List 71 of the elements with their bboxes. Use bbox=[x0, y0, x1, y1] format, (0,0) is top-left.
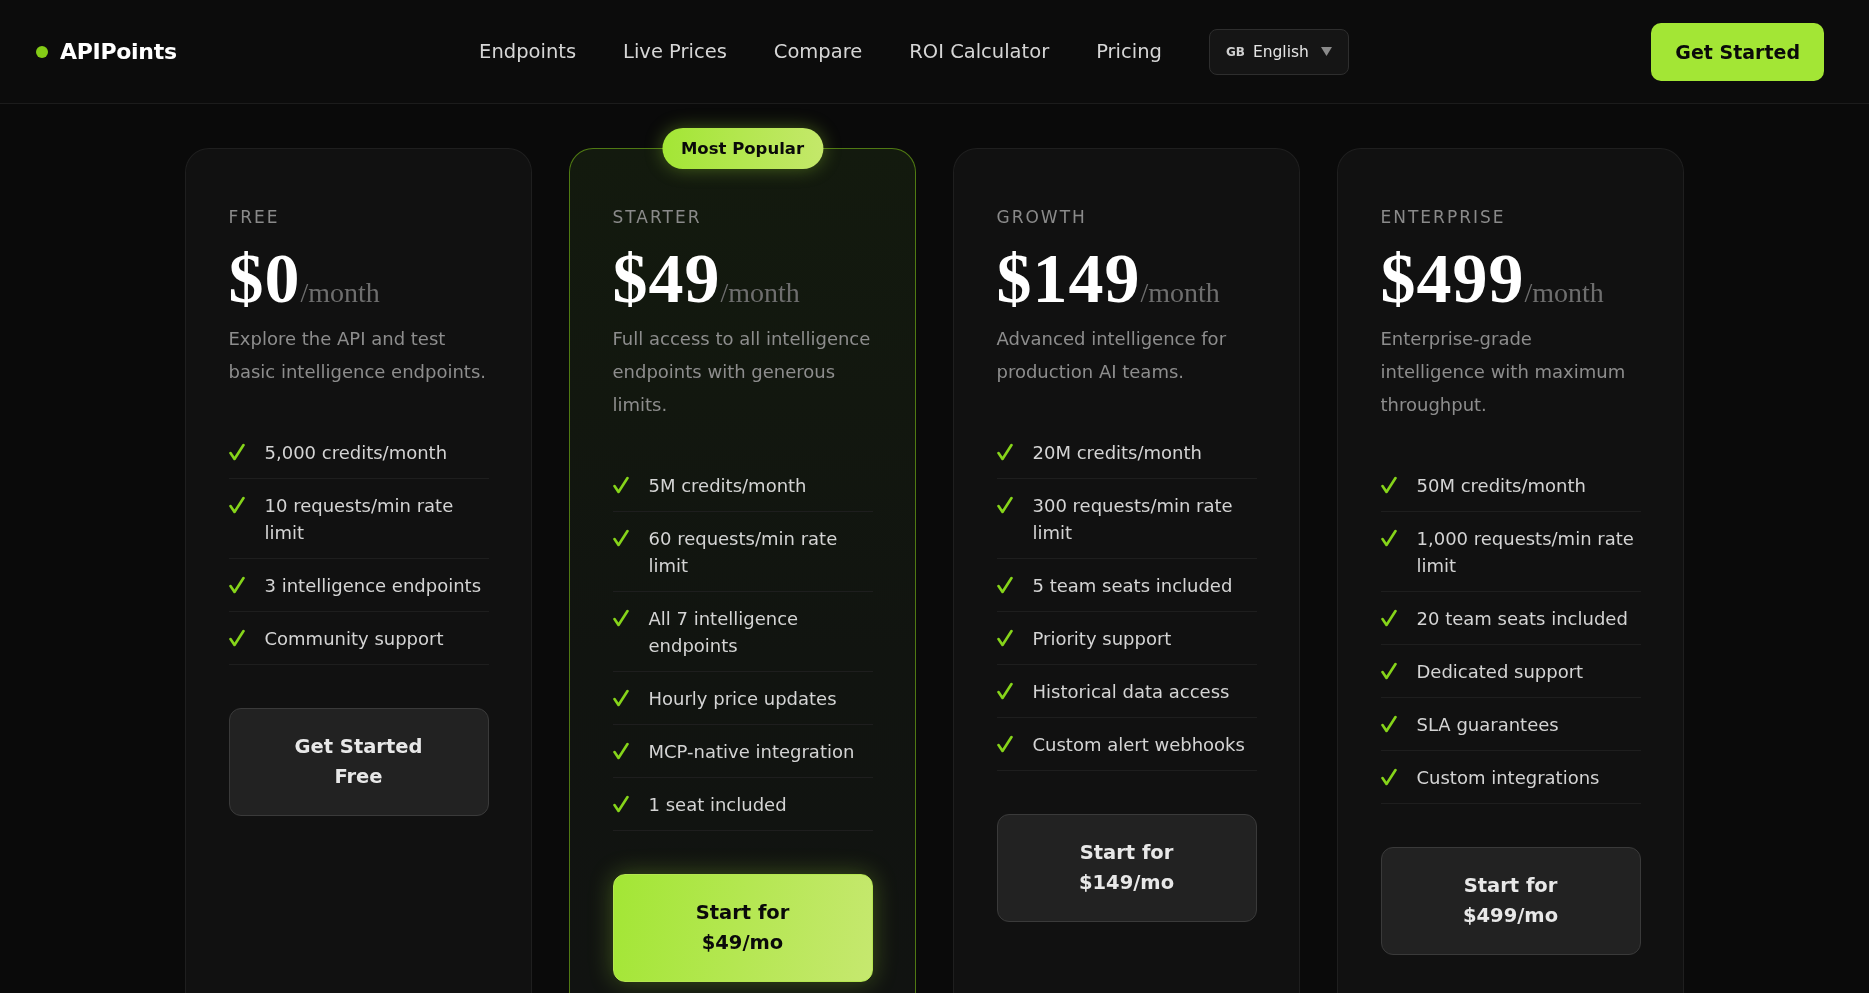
plan-price: $149/month bbox=[996, 244, 1221, 314]
check-icon bbox=[1380, 475, 1397, 494]
check-icon bbox=[996, 734, 1013, 753]
plan-description: Full access to all intelligence endpoints with generous limits. bbox=[612, 327, 872, 417]
feature-text: 5 team seats included bbox=[1032, 573, 1233, 598]
nav-link[interactable]: ROI Calculator bbox=[909, 38, 1050, 65]
check-icon bbox=[1380, 661, 1397, 680]
check-icon bbox=[612, 608, 629, 627]
feature-text: All 7 intelligence endpoints bbox=[648, 606, 800, 658]
plan-price: $499/month bbox=[1380, 244, 1605, 314]
plan-name: GROWTH bbox=[996, 206, 1088, 229]
check-icon bbox=[1380, 767, 1397, 786]
feature-text: Priority support bbox=[1032, 626, 1172, 651]
check-icon bbox=[612, 794, 629, 813]
feature-text: SLA guarantees bbox=[1416, 712, 1559, 737]
nav-link[interactable]: Live Prices bbox=[623, 38, 727, 65]
check-icon bbox=[1380, 608, 1397, 627]
get-started-button[interactable]: Get Started bbox=[1651, 22, 1824, 81]
check-icon bbox=[996, 681, 1013, 700]
plan-button[interactable]: Start for $499/mo bbox=[1380, 847, 1641, 955]
check-icon bbox=[1380, 528, 1397, 547]
popular-badge: Most Popular bbox=[661, 128, 824, 169]
feature-text: 1 seat included bbox=[648, 792, 787, 817]
feature-text: 1,000 requests/min rate limit bbox=[1416, 526, 1635, 578]
feature-text: Community support bbox=[264, 626, 444, 651]
plan-name: STARTER bbox=[612, 206, 703, 229]
check-icon bbox=[996, 442, 1013, 461]
plan-button[interactable]: Start for $149/mo bbox=[996, 814, 1257, 922]
plan-description: Enterprise-grade intelligence with maximum throughput. bbox=[1380, 327, 1627, 417]
plan-price: $0/month bbox=[228, 244, 381, 314]
check-icon bbox=[612, 528, 629, 547]
brand-link[interactable]: APIPoints bbox=[36, 37, 177, 66]
feature-text: 20 team seats included bbox=[1416, 606, 1628, 631]
check-icon bbox=[228, 628, 245, 647]
plan-button[interactable]: Get Started Free bbox=[228, 708, 489, 816]
check-icon bbox=[996, 628, 1013, 647]
plan-price: $49/month bbox=[612, 244, 801, 314]
feature-text: 5M credits/month bbox=[648, 473, 807, 498]
plan-name: ENTERPRISE bbox=[1380, 206, 1507, 229]
check-icon bbox=[612, 688, 629, 707]
logo-dot-icon bbox=[36, 45, 48, 58]
plan-button[interactable]: Start for $49/mo bbox=[612, 874, 873, 982]
feature-text: Hourly price updates bbox=[648, 686, 837, 711]
plan-name: FREE bbox=[228, 206, 281, 229]
feature-text: 10 requests/min rate limit bbox=[264, 493, 455, 545]
language-select[interactable]: GB English bbox=[1208, 28, 1349, 75]
check-icon bbox=[996, 495, 1013, 514]
feature-text: 5,000 credits/month bbox=[264, 440, 448, 465]
check-icon bbox=[228, 442, 245, 461]
feature-text: MCP-native integration bbox=[648, 739, 855, 764]
feature-text: Custom integrations bbox=[1416, 765, 1600, 790]
feature-text: Dedicated support bbox=[1416, 659, 1584, 684]
feature-text: 60 requests/min rate limit bbox=[648, 526, 839, 578]
nav-link[interactable]: Compare bbox=[773, 38, 863, 65]
check-icon bbox=[612, 741, 629, 760]
feature-text: 300 requests/min rate limit bbox=[1032, 493, 1234, 545]
caret-down-icon bbox=[1320, 47, 1332, 56]
nav-link[interactable]: Pricing bbox=[1096, 38, 1162, 65]
check-icon bbox=[1380, 714, 1397, 733]
plan-description: Advanced intelligence for production AI teams. bbox=[996, 327, 1228, 384]
check-icon bbox=[228, 495, 245, 514]
feature-text: 50M credits/month bbox=[1416, 473, 1586, 498]
feature-text: Historical data access bbox=[1032, 679, 1230, 704]
plan-description: Explore the API and test basic intelligence endpoints. bbox=[228, 327, 487, 384]
check-icon bbox=[612, 475, 629, 494]
feature-text: 3 intelligence endpoints bbox=[264, 573, 481, 598]
feature-text: 20M credits/month bbox=[1032, 440, 1202, 465]
feature-text: Custom alert webhooks bbox=[1032, 732, 1245, 757]
nav-link[interactable]: Endpoints bbox=[479, 38, 577, 65]
check-icon bbox=[996, 575, 1013, 594]
check-icon bbox=[228, 575, 245, 594]
